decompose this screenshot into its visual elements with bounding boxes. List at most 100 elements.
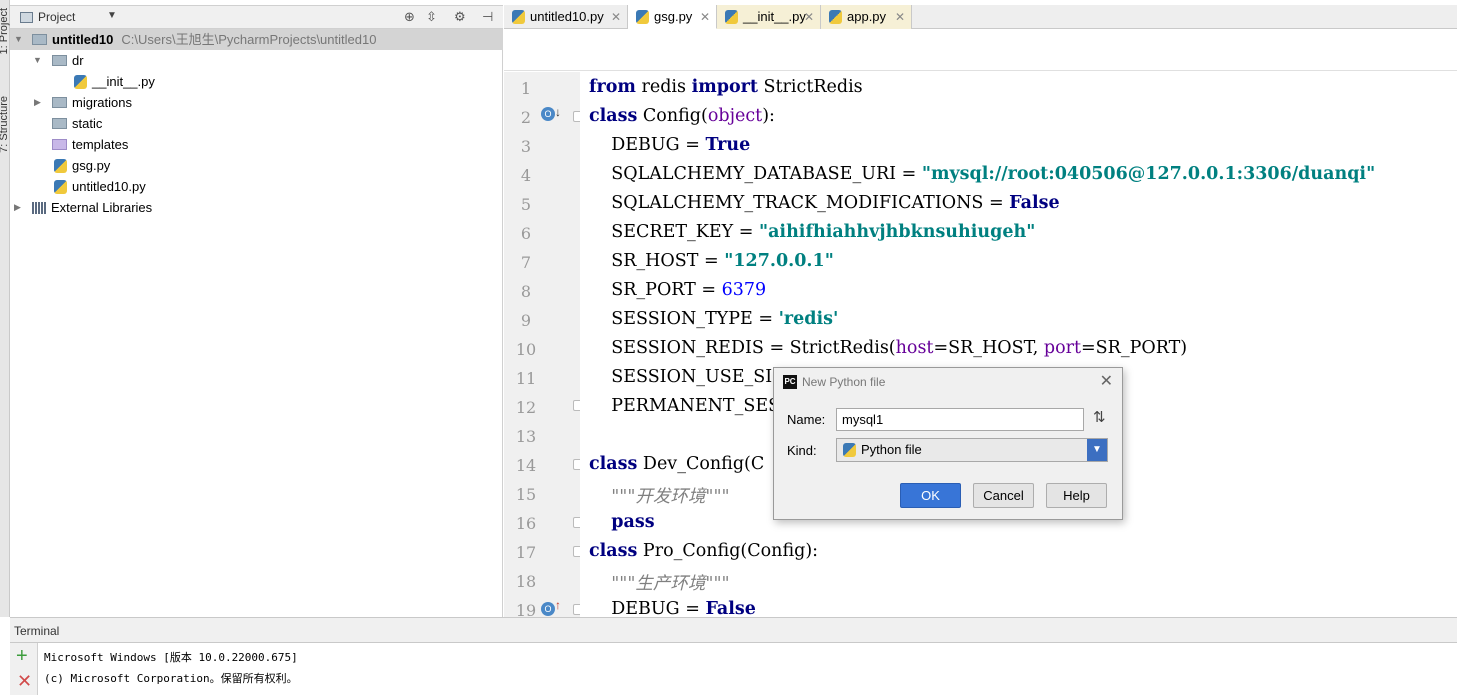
editor-gutter: 1 2 3 4 5 6 7 8 9 10 11 12 13 14 15 16 1… (504, 72, 584, 620)
python-file-icon (74, 74, 87, 89)
kind-value: Python file (861, 442, 922, 457)
project-panel-header: Project ▼ ⊕ ⇳ ⚙ ⊣ (10, 5, 503, 29)
cancel-button[interactable]: Cancel (973, 483, 1034, 508)
line-number: 6 (520, 224, 532, 243)
line-number: 16 (515, 514, 537, 533)
tab-untitled10[interactable]: untitled10.py ✕ (504, 5, 628, 29)
project-view-selector[interactable]: Project (38, 10, 75, 24)
overrides-icon[interactable]: O (541, 602, 555, 616)
dialog-title: New Python file (802, 375, 886, 389)
code-line: SR_HOST = "127.0.0.1" (589, 251, 834, 271)
python-file-icon (54, 179, 67, 194)
code-line: SQLALCHEMY_DATABASE_URI = "mysql://root:… (589, 164, 1376, 184)
line-number: 7 (520, 253, 532, 272)
line-number: 14 (515, 456, 537, 475)
folder-icon (52, 97, 67, 109)
ok-button[interactable]: OK (900, 483, 961, 508)
name-input[interactable] (836, 408, 1084, 431)
code-line: SQLALCHEMY_TRACK_MODIFICATIONS = False (589, 193, 1060, 213)
code-line: class Dev_Config(C (589, 454, 765, 474)
terminal-output[interactable]: Microsoft Windows [版本 10.0.22000.675] (c… (38, 643, 1457, 695)
close-icon[interactable]: ✕ (700, 5, 710, 29)
code-line: SESSION_REDIS = StrictRedis(host=SR_HOST… (589, 338, 1188, 358)
folder-icon (52, 55, 67, 67)
code-line: class Config(object): (589, 106, 775, 126)
close-icon[interactable]: ✕ (611, 5, 621, 29)
project-tree: ▼ untitled10 C:\Users\王旭生\PycharmProjects… (10, 29, 503, 617)
python-file-icon (512, 10, 525, 24)
structure-tool-tab[interactable]: 7: Structure (0, 96, 10, 153)
new-python-file-dialog: PC New Python file ✕ Name: ⇅ Kind: Pytho… (773, 367, 1123, 520)
close-icon[interactable]: ✕ (1100, 371, 1113, 391)
code-line: SESSION_TYPE = 'redis' (589, 309, 839, 329)
line-number: 18 (515, 572, 537, 591)
tab-init[interactable]: __init__.py ✕ (717, 5, 821, 29)
left-tool-strip: 1: Project 7: Structure (0, 0, 10, 617)
templates-folder-icon (52, 139, 67, 151)
project-tool-tab[interactable]: 1: Project (0, 8, 10, 54)
line-number: 13 (515, 427, 537, 446)
help-button[interactable]: Help (1046, 483, 1107, 508)
code-line: SECRET_KEY = "aihifhiahhvjhbknsuhiugeh" (589, 222, 1036, 242)
python-file-icon (843, 443, 856, 457)
kind-select[interactable]: Python file ▼ (836, 438, 1108, 462)
code-line: """开发环境""" (589, 487, 730, 507)
line-number: 8 (520, 282, 532, 301)
line-number: 10 (515, 340, 537, 359)
arrow-up-icon[interactable]: ↑ (555, 598, 561, 612)
pycharm-logo-icon: PC (783, 375, 797, 389)
python-file-icon (636, 10, 649, 24)
line-number: 9 (520, 311, 532, 330)
close-icon[interactable]: ✕ (895, 5, 905, 29)
terminal-toolbar: + ✕ (10, 643, 38, 695)
add-icon[interactable]: + (16, 645, 28, 668)
gear-icon[interactable]: ⚙ (454, 9, 466, 25)
arrow-down-icon[interactable]: ↓ (555, 105, 561, 119)
folder-icon (52, 118, 67, 130)
hide-panel-icon[interactable]: ⊣ (482, 9, 493, 25)
python-file-icon (829, 10, 842, 24)
python-file-icon (725, 10, 738, 24)
line-number: 4 (520, 166, 532, 185)
line-number: 12 (515, 398, 537, 417)
terminal-line: Microsoft Windows [版本 10.0.22000.675] (44, 651, 298, 664)
overrides-icon[interactable]: O (541, 107, 555, 121)
tab-gsg[interactable]: gsg.py ✕ (628, 5, 717, 29)
close-icon[interactable]: ✕ (804, 5, 814, 29)
code-line: DEBUG = False (589, 599, 756, 619)
editor-tab-bar: untitled10.py ✕ gsg.py ✕ __init__.py ✕ app.… (504, 5, 1457, 29)
chevron-down-icon[interactable]: ▼ (107, 10, 117, 21)
tree-item-root[interactable]: ▼ untitled10 C:\Users\王旭生\PycharmProjects… (10, 29, 503, 50)
line-number: 17 (515, 543, 537, 562)
sort-icon[interactable]: ⇅ (1093, 408, 1106, 426)
terminal-line: (c) Microsoft Corporation。保留所有权利。 (44, 672, 298, 685)
python-file-icon (54, 158, 67, 173)
line-number: 11 (515, 369, 537, 388)
code-line: """生产环境""" (589, 574, 730, 594)
chevron-down-icon[interactable]: ▼ (1087, 439, 1107, 461)
code-line: PERMANENT_SESSI (589, 396, 799, 416)
code-line: DEBUG = True (589, 135, 751, 155)
close-icon[interactable]: ✕ (17, 671, 32, 692)
line-number: 3 (520, 137, 532, 156)
editor-breadcrumb-bar (504, 29, 1457, 71)
code-line: SR_PORT = 6379 (589, 280, 767, 300)
tab-app[interactable]: app.py ✕ (821, 5, 912, 29)
project-path: C:\Users\王旭生\PycharmProjects\untitled10 (121, 32, 377, 47)
terminal-header: Terminal (10, 617, 1457, 643)
name-label: Name: (787, 412, 826, 427)
line-number: 5 (520, 195, 532, 214)
locate-icon[interactable]: ⊕ (404, 9, 415, 25)
project-view-icon (20, 12, 33, 23)
code-editor[interactable]: from redis import StrictRedis class Conf… (580, 72, 1457, 619)
collapse-all-icon[interactable]: ⇳ (426, 9, 437, 25)
line-number: 1 (520, 79, 532, 98)
kind-label: Kind: (787, 443, 817, 458)
terminal-title: Terminal (14, 624, 60, 638)
code-line: SESSION_USE_SIG (589, 367, 787, 387)
code-line: from redis import StrictRedis (589, 77, 863, 97)
library-icon (32, 201, 46, 214)
code-line: class Pro_Config(Config): (589, 541, 819, 561)
line-number: 15 (515, 485, 537, 504)
code-line: pass (611, 512, 655, 532)
